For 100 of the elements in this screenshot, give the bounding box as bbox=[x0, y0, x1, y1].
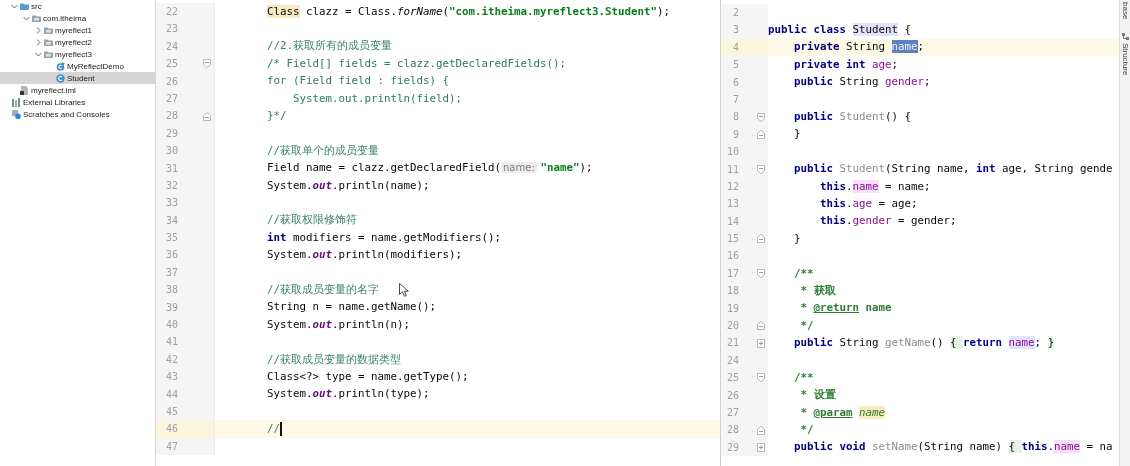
code-line: /* Field[] fields = clazz.getDeclaredFields(); bbox=[267, 56, 566, 71]
package-icon bbox=[32, 13, 41, 23]
code-line: //获取成员变量的名字 bbox=[267, 282, 379, 297]
code-line: Class<?> type = name.getType(); bbox=[267, 369, 469, 384]
fold-icon[interactable] bbox=[203, 59, 211, 69]
expand-fold-icon[interactable] bbox=[757, 338, 765, 348]
libraries-icon bbox=[12, 97, 21, 107]
line-number: 19 bbox=[725, 301, 739, 316]
fold-icon[interactable] bbox=[757, 112, 765, 122]
line-number: 42 bbox=[164, 352, 178, 367]
line-number: 17 bbox=[725, 266, 739, 281]
code-line: this.age = age; bbox=[820, 197, 918, 211]
package-icon bbox=[44, 49, 53, 59]
line-number: 27 bbox=[164, 91, 178, 106]
tree-item[interactable]: MyReflectDemo bbox=[0, 60, 155, 72]
code-line: * @param name bbox=[799, 405, 886, 420]
code-line: String n = name.getName(); bbox=[267, 300, 436, 315]
line-number: 46 bbox=[164, 422, 178, 437]
tree-item[interactable]: myreflect2 bbox=[0, 36, 155, 48]
line-number: 38 bbox=[164, 283, 178, 298]
tree-item[interactable]: src bbox=[0, 0, 155, 12]
tree-item-label: myreflect2 bbox=[55, 37, 92, 47]
tool-window-tab[interactable]: base bbox=[1120, 2, 1130, 20]
code-line: } bbox=[794, 231, 801, 246]
code-line: this.name = name; bbox=[820, 179, 931, 194]
code-line: public Student() { bbox=[794, 110, 912, 125]
fold-icon[interactable] bbox=[757, 269, 765, 279]
line-number: 21 bbox=[725, 336, 739, 351]
tool-window-tab[interactable]: Structure bbox=[1120, 33, 1130, 76]
line-number: 5 bbox=[731, 58, 739, 73]
code-line: private String name; bbox=[794, 40, 925, 55]
fold-icon[interactable] bbox=[757, 234, 765, 244]
line-number: 28 bbox=[725, 423, 739, 438]
line-number: 2 bbox=[731, 6, 739, 20]
tree-item[interactable]: com.itheima bbox=[0, 12, 155, 24]
line-number: 11 bbox=[725, 162, 739, 177]
code-line: * 获取 bbox=[799, 283, 836, 298]
line-number: 29 bbox=[164, 126, 178, 141]
chevron-right-icon[interactable] bbox=[34, 38, 42, 46]
line-number: 36 bbox=[164, 248, 178, 263]
code-line: public class Student { bbox=[768, 23, 912, 38]
line-number: 7 bbox=[731, 92, 739, 107]
code-line: System.out.println(name); bbox=[267, 178, 430, 193]
module-file-icon bbox=[20, 85, 29, 95]
tree-item[interactable]: myreflect1 bbox=[0, 24, 155, 36]
code-line: // bbox=[267, 422, 280, 437]
mouse-pointer-icon bbox=[399, 283, 409, 297]
line-number: 33 bbox=[164, 196, 178, 211]
tree-item[interactable]: myreflect3 bbox=[0, 48, 155, 60]
tree-item[interactable]: Student bbox=[0, 72, 155, 84]
line-number: 16 bbox=[725, 249, 739, 264]
line-number: 23 bbox=[164, 22, 178, 37]
line-number: 35 bbox=[164, 231, 178, 246]
fold-icon[interactable] bbox=[757, 373, 765, 383]
chevron-down-icon[interactable] bbox=[22, 14, 30, 22]
code-line: } bbox=[794, 127, 801, 142]
code-line: * 设置 bbox=[799, 388, 836, 403]
line-number: 12 bbox=[725, 179, 739, 194]
chevron-right-icon[interactable] bbox=[34, 26, 42, 34]
line-number: 24 bbox=[725, 353, 739, 368]
line-number: 15 bbox=[725, 232, 739, 247]
expand-fold-icon[interactable] bbox=[757, 442, 765, 452]
fold-icon[interactable] bbox=[203, 111, 211, 121]
code-line: public String getName() { return name; } bbox=[794, 336, 1055, 351]
fold-icon[interactable] bbox=[757, 321, 765, 331]
tree-item[interactable]: Scratches and Consoles bbox=[0, 108, 155, 120]
code-line: this.gender = gender; bbox=[820, 214, 957, 229]
fold-icon[interactable] bbox=[757, 129, 765, 139]
line-number: 25 bbox=[725, 371, 739, 386]
tree-item[interactable]: External Libraries bbox=[0, 96, 155, 108]
line-number: 26 bbox=[164, 74, 178, 89]
line-number: 20 bbox=[725, 319, 739, 334]
line-number: 6 bbox=[731, 75, 739, 90]
code-line: Field name = clazz.getDeclaredField( name: "name"); bbox=[267, 161, 593, 176]
line-number: 8 bbox=[731, 110, 739, 125]
code-editor[interactable] bbox=[156, 0, 721, 466]
code-line: }*/ bbox=[267, 109, 287, 124]
fold-icon[interactable] bbox=[757, 425, 765, 435]
tree-item-label: External Libraries bbox=[23, 97, 86, 107]
line-number: 14 bbox=[725, 214, 739, 229]
chevron-down-icon[interactable] bbox=[34, 50, 42, 58]
tree-item-label: MyReflectDemo bbox=[67, 61, 124, 71]
line-number: 10 bbox=[725, 145, 739, 160]
tree-item-label: Student bbox=[67, 73, 95, 83]
tree-item[interactable]: myreflect.iml bbox=[0, 84, 155, 96]
code-line: for (Field field : fields) { bbox=[267, 74, 449, 89]
line-number: 24 bbox=[164, 39, 178, 54]
line-number: 30 bbox=[164, 144, 178, 159]
code-line: System.out.println(field); bbox=[293, 91, 463, 106]
line-number: 22 bbox=[164, 5, 178, 19]
line-number: 44 bbox=[164, 387, 178, 402]
fold-icon[interactable] bbox=[757, 164, 765, 174]
class-icon bbox=[56, 73, 65, 83]
code-line: /** bbox=[794, 370, 814, 385]
chevron-down-icon[interactable] bbox=[10, 2, 18, 10]
code-line: private int age; bbox=[794, 57, 899, 72]
line-number: 18 bbox=[725, 284, 739, 299]
line-number: 31 bbox=[164, 161, 178, 176]
tree-item-label: com.itheima bbox=[43, 13, 87, 23]
line-number: 4 bbox=[731, 40, 739, 55]
